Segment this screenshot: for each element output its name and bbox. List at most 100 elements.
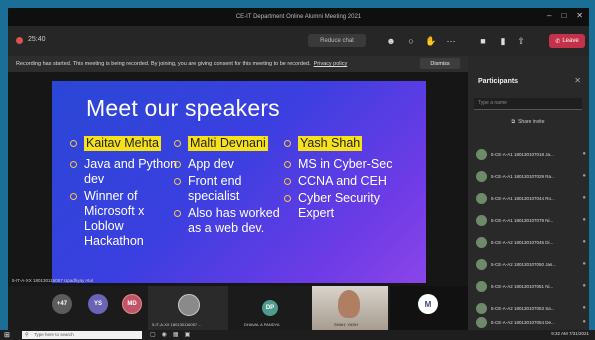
task-view-icon[interactable]: ▢ — [150, 331, 156, 338]
participant-row[interactable]: 5-CE-A-A1 180130107018 Ja... ● — [476, 146, 586, 162]
participant-name: 5-CE-A-A2 180130107045 Di... — [491, 239, 554, 245]
speaker-column: Malti Devnani App dev Front end speciali… — [174, 136, 284, 238]
speaker-bullet: Front end specialist — [174, 174, 284, 204]
avatar — [476, 192, 487, 204]
banner-text: Recording has started. This meeting is b… — [16, 61, 311, 67]
teams-window: CE-IT Department Online Alumni Meeting 2… — [8, 8, 589, 330]
tile-label: DHAVAL A PANDYA — [244, 322, 280, 327]
raise-hand-icon[interactable]: ✋ — [424, 34, 438, 48]
mic-icon: ● — [582, 217, 586, 223]
speaker-bullet: Winner of Microsoft x Loblow Hackathon — [70, 189, 180, 249]
title-bar: CE-IT Department Online Alumni Meeting 2… — [8, 8, 589, 26]
speaker-name: Kaitav Mehta — [84, 136, 161, 151]
taskbar-apps: ▢ ◉ ▦ ▣ — [150, 331, 190, 338]
video-tile[interactable]: M — [390, 286, 468, 330]
mic-icon: ● — [582, 173, 586, 179]
mic-icon: ● — [582, 283, 586, 289]
participant-row[interactable]: 5-CE-A-A2 180130107051 Ni... ● — [476, 278, 586, 294]
avatar — [476, 214, 487, 226]
mic-icon: ● — [582, 151, 586, 157]
mic-icon: ● — [582, 319, 586, 325]
participant-row[interactable]: 5-CE-A-A1 180130107079 Ni... ● — [476, 212, 586, 228]
reduce-chat-button[interactable]: Reduce chat — [308, 34, 366, 47]
avatar[interactable]: MD — [122, 294, 142, 314]
overflow-avatar[interactable]: +47 — [52, 294, 72, 314]
speaker-bullet: Also has worked as a web dev. — [174, 206, 284, 236]
presentation-slide: Meet our speakers Kaitav Mehta Java and … — [52, 81, 426, 283]
tile-label: SHAH, YASH — [334, 322, 358, 327]
teams-icon[interactable]: ▣ — [185, 331, 191, 338]
participant-name: 5-CE-A-A1 180130107079 Ni... — [491, 217, 554, 223]
avatar — [476, 258, 487, 270]
minimize-button[interactable]: – — [547, 11, 551, 20]
share-invite-button[interactable]: ⧉ Share invite — [474, 116, 582, 128]
participant-row[interactable]: 5-CE-A-A2 180130107054 De... ● — [476, 314, 586, 330]
participant-name: 5-CE-A-A1 180130107029 Ra... — [491, 173, 555, 179]
chat-icon[interactable]: ○ — [404, 34, 418, 48]
maximize-button[interactable]: □ — [561, 11, 566, 20]
speaker-bullet: Yash Shah — [284, 136, 396, 155]
participant-name: 5-CE-A-A1 180130107044 Ro... — [491, 195, 555, 201]
participant-search-input[interactable]: Type a name — [474, 98, 582, 110]
dismiss-button[interactable]: Dismiss — [420, 58, 460, 69]
participant-name: 5-CE-A-A2 180130107051 Ni... — [491, 283, 554, 289]
speaker-name: Yash Shah — [298, 136, 363, 151]
shared-screen: Meet our speakers Kaitav Mehta Java and … — [8, 72, 468, 286]
taskbar-search-input[interactable]: ⚲ Type here to search — [22, 331, 142, 339]
video-tile[interactable]: DP DHAVAL A PANDYA — [230, 286, 310, 330]
speaker-column: Yash Shah MS in Cyber-Sec CCNA and CEH C… — [284, 136, 396, 223]
close-panel-icon[interactable]: ✕ — [574, 76, 581, 85]
privacy-policy-link[interactable]: Privacy policy — [314, 61, 348, 67]
avatar — [476, 302, 487, 314]
video-tile[interactable]: SHAH, YASH — [312, 286, 388, 330]
participant-row[interactable]: 5-CE-A-A1 180130107044 Ro... ● — [476, 190, 586, 206]
share-invite-label: Share invite — [518, 119, 545, 125]
more-icon[interactable]: ⋯ — [444, 34, 458, 48]
recording-banner: Recording has started. This meeting is b… — [8, 56, 468, 72]
close-button[interactable]: ✕ — [576, 11, 583, 20]
person-image — [338, 290, 360, 318]
avatar — [476, 236, 487, 248]
mic-icon: ● — [582, 261, 586, 267]
participant-row[interactable]: 5-CE-A-A2 180130107050 Jas... ● — [476, 256, 586, 272]
taskbar-search-placeholder: Type here to search — [34, 332, 74, 337]
leave-label: Leave — [562, 38, 579, 44]
participants-header: Participants — [478, 78, 519, 85]
recording-dot-icon — [16, 37, 23, 44]
window-controls: – □ ✕ — [547, 11, 583, 20]
mic-icon: ● — [582, 195, 586, 201]
speaker-bullet: Kaitav Mehta — [70, 136, 180, 155]
edge-icon[interactable]: ◉ — [162, 331, 167, 338]
system-clock[interactable]: 9:32 AM 7/31/2021 — [551, 331, 589, 336]
camera-icon[interactable]: ■ — [476, 34, 490, 48]
people-icon[interactable]: ☻ — [384, 34, 398, 48]
mic-icon: ● — [582, 305, 586, 311]
video-tile[interactable]: 5-IT-A-XX 180130116057 ... — [148, 286, 228, 330]
file-explorer-icon[interactable]: ▦ — [173, 331, 179, 338]
phone-icon: ✆ — [555, 38, 561, 45]
participant-name: 5-CE-A-A1 180130107018 Ja... — [491, 151, 554, 157]
search-icon: ⚲ — [25, 332, 29, 338]
leave-button[interactable]: ✆ Leave — [549, 34, 585, 48]
participant-row[interactable]: 5-CE-A-A2 180130107045 Di... ● — [476, 234, 586, 250]
speaker-column: Kaitav Mehta Java and Python dev Winner … — [70, 136, 180, 251]
windows-start-icon[interactable]: ⊞ — [4, 331, 10, 339]
avatar[interactable]: YS — [88, 294, 108, 314]
presenter-caption: 5-IT-A-XX 180130116057 Upadhyay Atul — [12, 278, 93, 283]
clock-time: 9:32 AM — [551, 331, 568, 336]
speaker-bullet: Malti Devnani — [174, 136, 284, 155]
share-icon[interactable]: ⇧ — [514, 34, 528, 48]
meeting-timer: 25:40 — [28, 36, 46, 43]
participant-name: 5-CE-A-A2 180130107054 De... — [491, 319, 555, 325]
speaker-bullet: CCNA and CEH — [284, 174, 396, 189]
tile-label: 5-IT-A-XX 180130116057 ... — [152, 322, 202, 327]
speaker-bullet: Java and Python dev — [70, 157, 180, 187]
speaker-bullet: MS in Cyber-Sec — [284, 157, 396, 172]
participant-row[interactable]: 5-CE-A-A1 180130107029 Ra... ● — [476, 168, 586, 184]
avatar — [476, 280, 487, 292]
mic-icon[interactable]: ▮ — [496, 34, 510, 48]
window-title: CE-IT Department Online Alumni Meeting 2… — [235, 14, 362, 20]
participant-name: 5-CE-A-A2 180130107050 Jas... — [491, 261, 557, 267]
logo-avatar: M — [418, 294, 438, 314]
mic-icon: ● — [582, 239, 586, 245]
